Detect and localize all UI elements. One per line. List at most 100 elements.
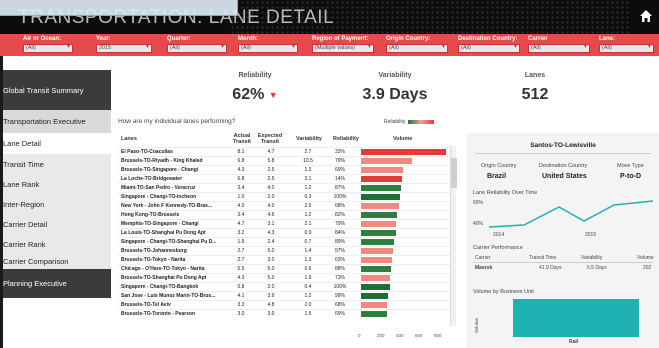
- carrier-row-name[interactable]: Maersk: [475, 265, 492, 271]
- volume-bar[interactable]: [361, 248, 394, 254]
- cell-lane: Hong Kong-TO-Brussels: [121, 212, 180, 218]
- table-row[interactable]: Singapore - Changi-TO-Shanghai Pu D... 1.…: [118, 237, 456, 245]
- filter-carrier-select[interactable]: (All): [528, 44, 590, 53]
- kpi-label: Lanes: [524, 72, 546, 79]
- carrier-performance-title: Carrier Performance: [473, 245, 523, 251]
- sidebar-item-inter-region[interactable]: Inter-Region: [0, 194, 111, 214]
- cell-reliability: 33%: [334, 149, 345, 155]
- table-row[interactable]: Brussels-TO-Shanghai Pu Dong Apt 4.3 5.0 1.…: [118, 273, 456, 281]
- cell-expected-transit: 5.0: [267, 248, 275, 254]
- sidebar-item-lane-rank[interactable]: Lane Rank: [0, 174, 111, 194]
- volume-bar[interactable]: [361, 230, 396, 236]
- filter-quarter: Quarter: (All): [167, 36, 227, 53]
- cell-reliability: 88%: [334, 266, 345, 272]
- volume-bar[interactable]: [361, 194, 401, 200]
- filter-lane-select[interactable]: (All): [599, 44, 654, 53]
- volume-bar[interactable]: [361, 302, 388, 308]
- filter-month-select[interactable]: (All): [238, 44, 298, 53]
- sidebar-item-carrier-rank[interactable]: Carrier Rank: [0, 234, 111, 254]
- table-row[interactable]: La Louis-TO-Shanghai Pu Dong Apt 3.2 4.3 0.…: [118, 228, 456, 236]
- col-header-volume[interactable]: Volume: [393, 136, 412, 142]
- cell-lane: Brussels-TO-Singapore - Changi: [121, 167, 199, 173]
- table-row[interactable]: Chicago - O'Hare-TO-Tokyo - Narita 5.5 5.0…: [118, 264, 456, 272]
- table-row[interactable]: San Jose - Luis Munoz Marin-TO-Brus... 4.…: [118, 291, 456, 299]
- cell-lane: Singapore - Changi-TO-Incheon: [121, 194, 197, 200]
- volume-bar[interactable]: [361, 149, 446, 155]
- cell-variability: 2.6: [304, 203, 312, 209]
- axis-tick-label: 400: [396, 333, 404, 338]
- filter-region-select[interactable]: (Multiple values): [312, 44, 374, 53]
- scrollbar-thumb[interactable]: [451, 158, 457, 188]
- sidebar-item-transportation-executive[interactable]: Transportation Executive: [0, 110, 111, 133]
- cell-actual-transit: 4.0: [237, 203, 245, 209]
- cell-lane: La Louis-TO-Shanghai Pu Dong Apt: [121, 230, 206, 236]
- volume-bar[interactable]: [361, 266, 391, 272]
- volume-bar[interactable]: [361, 293, 389, 299]
- filter-month: Month: (All): [238, 36, 298, 53]
- volume-bar[interactable]: [361, 176, 402, 182]
- table-scrollbar[interactable]: [450, 146, 457, 326]
- cell-actual-transit: 3.3: [237, 302, 245, 308]
- table-row[interactable]: Memphis-TO-Singapore - Changi 4.7 3.1 2.1 79…: [118, 219, 456, 227]
- carrier-col-transit: Transit Time: [529, 255, 557, 261]
- table-row[interactable]: Hong Kong-TO-Brussels 3.4 4.6 1.2 82%: [118, 210, 456, 218]
- volume-bar[interactable]: [361, 239, 395, 245]
- col-header-reliability[interactable]: Reliability: [333, 136, 359, 142]
- volume-bar[interactable]: [361, 203, 400, 209]
- filter-label: Year:: [96, 36, 111, 42]
- filter-year-select[interactable]: 2015: [96, 44, 152, 53]
- table-row[interactable]: Brussels-TO-Johannesburg 2.7 5.0 1.4 57%: [118, 246, 456, 254]
- volume-bar[interactable]: [361, 221, 397, 227]
- cell-expected-transit: 4.8: [267, 302, 275, 308]
- volume-bar[interactable]: [361, 284, 390, 290]
- filter-label: Destination Country:: [458, 36, 518, 42]
- cell-reliability: 69%: [334, 311, 345, 317]
- table-row[interactable]: La Loche-TO-Bridgewater 6.8 2.5 3.1 14%: [118, 174, 456, 182]
- table-row[interactable]: El Paso-TO-Coacuilas 8.1 4.7 2.7 33%: [118, 147, 456, 155]
- table-row[interactable]: Brussels-TO-Tel Aviv 3.3 4.8 2.0 68%: [118, 300, 456, 308]
- volume-bar[interactable]: [361, 158, 412, 164]
- cell-expected-transit: 2.5: [267, 167, 275, 173]
- volume-bar[interactable]: [361, 257, 392, 263]
- trend-title: Lane Reliability Over Time: [473, 190, 538, 196]
- sidebar-item-carrier-comparison[interactable]: Carrier Comparison: [0, 254, 111, 269]
- sidebar-item-lane-detail[interactable]: Lane Detail: [0, 133, 111, 154]
- table-row[interactable]: Brussels-TO-Singapore - Changi 4.3 2.5 1.3 6…: [118, 165, 456, 173]
- filter-destination-country: Destination Country: (All): [458, 36, 520, 53]
- volume-bu-bar[interactable]: [513, 299, 639, 337]
- filter-label: Air or Ocean:: [23, 36, 62, 42]
- table-row[interactable]: Brussels-TO-Toronto - Pearson 3.0 3.0 1.5 69…: [118, 309, 456, 317]
- volume-bar[interactable]: [361, 167, 403, 173]
- cell-reliability: 79%: [334, 221, 345, 227]
- col-header-expected-transit[interactable]: Expected Transit: [257, 133, 283, 145]
- cell-actual-transit: 3.2: [237, 230, 245, 236]
- col-header-lanes[interactable]: Lanes: [121, 136, 137, 142]
- sidebar-item-transit-time[interactable]: Transit Time: [0, 154, 111, 174]
- move-type-label: Move Type: [617, 163, 644, 169]
- table-row[interactable]: Brussels-TO-Tokyo - Narita 2.7 3.0 1.3 63%: [118, 255, 456, 263]
- filter-label: Origin Country:: [386, 36, 431, 42]
- table-row[interactable]: Singapore - Changi-TO-Bangkok 0.8 2.0 0.4 10…: [118, 282, 456, 290]
- filter-quarter-select[interactable]: (All): [167, 44, 227, 53]
- home-icon[interactable]: [639, 9, 653, 23]
- sidebar-item-carrier-detail[interactable]: Carrier Detail: [0, 214, 111, 234]
- carrier-row-transit: 41.9 Days: [539, 265, 562, 271]
- table-row[interactable]: Singapore - Changi-TO-Incheon 1.0 2.0 0.3 10…: [118, 192, 456, 200]
- sidebar-item-global-transit-summary[interactable]: Global Transit Summary: [0, 70, 111, 110]
- filter-air-ocean-select[interactable]: (All): [23, 44, 73, 53]
- volume-bar[interactable]: [361, 275, 391, 281]
- cell-reliability: 100%: [333, 194, 347, 200]
- volume-bar[interactable]: [361, 185, 402, 191]
- filter-destination-country-select[interactable]: (All): [458, 44, 520, 53]
- volume-bar[interactable]: [361, 311, 387, 317]
- table-row[interactable]: Miami-TO-San Pedro - Veracruz 3.4 4.0 1.2 87…: [118, 183, 456, 191]
- volume-bar[interactable]: [361, 212, 398, 218]
- kpi-reliability-value: 62%: [232, 86, 265, 103]
- cell-expected-transit: 4.7: [267, 149, 275, 155]
- col-header-actual-transit[interactable]: Actual Transit: [231, 133, 253, 145]
- table-row[interactable]: Brussels-TO-Riyadh - King Khaled 6.8 5.8 10…: [118, 156, 456, 164]
- sidebar-item-planning-executive[interactable]: Planning Executive: [0, 269, 111, 298]
- table-row[interactable]: New York - John F Kennedy-TO-Bras... 4.0 4…: [118, 201, 456, 209]
- filter-origin-country-select[interactable]: (All): [386, 44, 448, 53]
- col-header-variability[interactable]: Variability: [296, 136, 322, 142]
